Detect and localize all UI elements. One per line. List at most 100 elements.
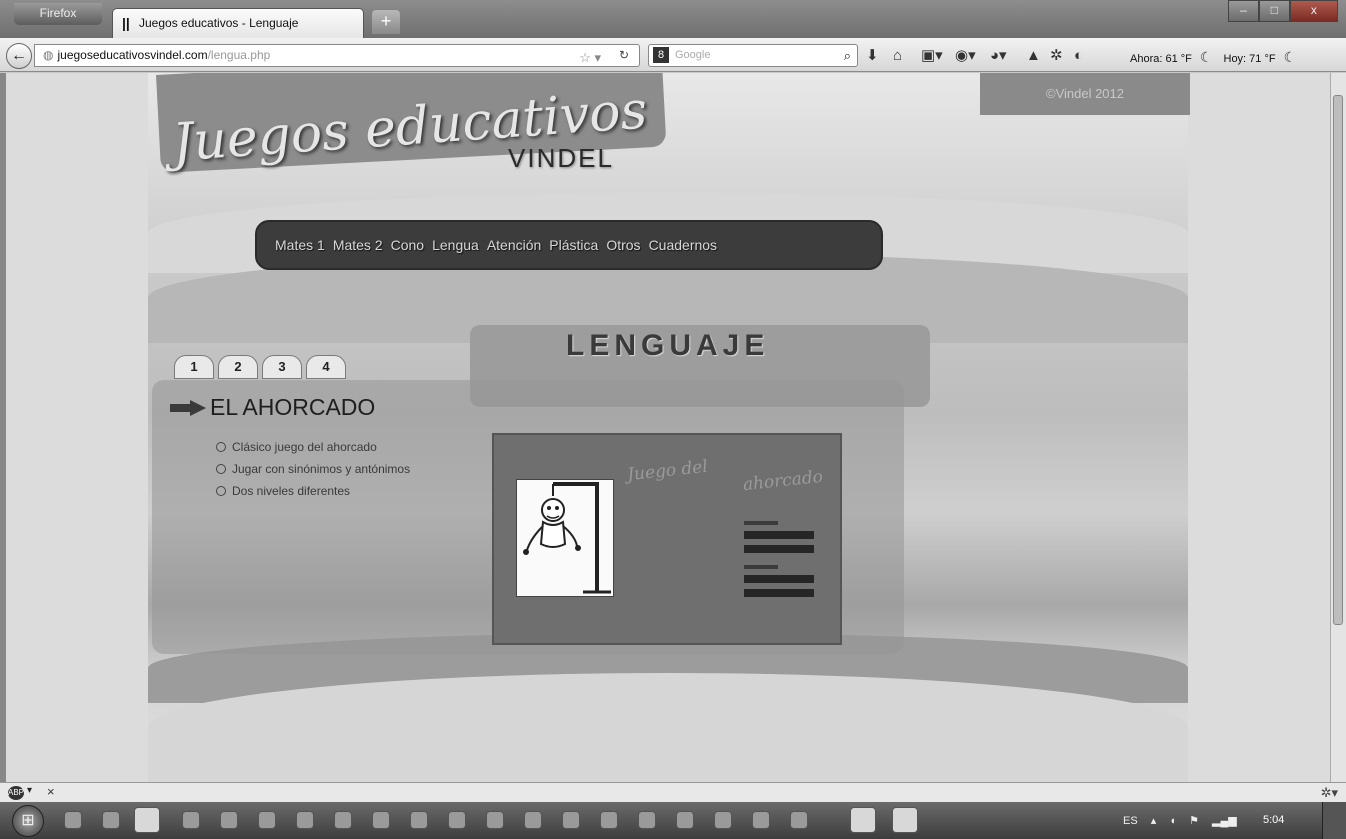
- tab-title: Juegos educativos - Lenguaje: [139, 16, 299, 30]
- addon-icon-2[interactable]: ◕▾: [990, 48, 1007, 64]
- list-item: Clásico juego del ahorcado: [216, 440, 410, 454]
- game-title[interactable]: EL AHORCADO: [210, 394, 375, 421]
- game-card: EL AHORCADO Clásico juego del ahorcado J…: [152, 380, 904, 654]
- addon-abp-icon[interactable]: ABP: [8, 786, 24, 800]
- browser-tab[interactable]: || Juegos educativos - Lenguaje: [112, 8, 364, 38]
- addon-settings-icon[interactable]: ✲▾: [1321, 785, 1338, 801]
- bullet-icon: [216, 464, 226, 474]
- site-identity-icon[interactable]: ◍: [43, 48, 53, 62]
- taskbar-app-icon[interactable]: [64, 811, 82, 829]
- search-bar[interactable]: 8 Google ⌕: [648, 44, 858, 67]
- menu-item-mates-1[interactable]: Mates 1: [275, 237, 325, 253]
- taskbar-app-icon[interactable]: [752, 811, 770, 829]
- taskbar-app-icon[interactable]: [296, 811, 314, 829]
- firefox-menu-button[interactable]: Firefox: [14, 3, 102, 25]
- decor-hill: [148, 673, 1188, 782]
- new-tab-button[interactable]: +: [372, 10, 400, 34]
- page-tab-4[interactable]: 4: [306, 355, 346, 379]
- menu-item-mates-2[interactable]: Mates 2: [333, 237, 383, 253]
- taskbar-app-icon[interactable]: [600, 811, 618, 829]
- taskbar-app-icon[interactable]: [372, 811, 390, 829]
- page-background: Juegos educativos VINDEL ©Vindel 2012 Ma…: [148, 73, 1190, 782]
- taskbar-app-icon[interactable]: [258, 811, 276, 829]
- addon-icon[interactable]: ◉▾: [955, 48, 976, 64]
- system-tray: ES ▴ ◖ ⚑ ▂▄▆: [1123, 814, 1247, 827]
- menu-item-plastica[interactable]: Plástica: [549, 237, 598, 253]
- page-tab-2[interactable]: 2: [218, 355, 258, 379]
- taskbar-app-icon[interactable]: [334, 811, 352, 829]
- weather-now: Ahora: 61 °F: [1130, 53, 1192, 65]
- menu-item-otros[interactable]: Otros: [606, 237, 640, 253]
- taskbar-app-icon[interactable]: [182, 811, 200, 829]
- page-tab-3[interactable]: 3: [262, 355, 302, 379]
- menu-item-atencion[interactable]: Atención: [487, 237, 541, 253]
- list-item: Dos niveles diferentes: [216, 484, 410, 498]
- close-addon-bar-button[interactable]: ×: [47, 784, 55, 799]
- taskbar-app-icon[interactable]: [410, 811, 428, 829]
- bookmarks-menu-icon[interactable]: ▣▾: [921, 48, 943, 64]
- network-icon[interactable]: ▂▄▆: [1212, 815, 1237, 827]
- arrow-right-icon: [170, 400, 206, 416]
- game-thumbnail[interactable]: Juego del ahorcado: [492, 433, 842, 645]
- taskbar-app-icon[interactable]: [102, 811, 120, 829]
- back-arrow-icon: ←: [11, 47, 27, 64]
- tray-expand-icon[interactable]: ▴: [1151, 815, 1157, 827]
- weather-icon[interactable]: ◐: [1074, 48, 1083, 64]
- search-placeholder: Google: [675, 49, 711, 61]
- reload-icon[interactable]: ↻: [619, 45, 629, 66]
- site-logo-sub: VINDEL: [508, 143, 614, 173]
- game-feature-list: Clásico juego del ahorcado Jugar con sin…: [216, 440, 410, 506]
- addon-icon-3[interactable]: ▲: [1026, 48, 1041, 64]
- menu-item-cono[interactable]: Cono: [391, 237, 424, 253]
- home-icon[interactable]: ⌂: [893, 48, 902, 64]
- addon-icon-4[interactable]: ✲: [1050, 48, 1063, 64]
- back-button[interactable]: ←: [6, 43, 32, 69]
- search-icon[interactable]: ⌕: [844, 45, 851, 66]
- windows-taskbar: ⊞ ES ▴ ◖ ⚑ ▂▄▆ 5:04: [0, 802, 1346, 839]
- main-menu: Mates 1 Mates 2 Cono Lengua Atención Plá…: [255, 220, 883, 270]
- section-title: LENGUAJE: [566, 329, 770, 362]
- taskbar-app-icon[interactable]: [220, 811, 238, 829]
- taskbar-clock[interactable]: 5:04: [1263, 814, 1284, 826]
- taskbar-app-icon[interactable]: [638, 811, 656, 829]
- chevron-down-icon[interactable]: ▾: [27, 785, 32, 796]
- taskbar-app-icon[interactable]: [676, 811, 694, 829]
- tab-favicon-icon: ||: [122, 15, 130, 31]
- taskbar-app-icon[interactable]: [892, 807, 918, 833]
- download-icon[interactable]: ⬇: [866, 48, 879, 64]
- taskbar-app-icon[interactable]: [714, 811, 732, 829]
- menu-item-cuadernos[interactable]: Cuadernos: [649, 237, 718, 253]
- url-domain: juegoseducativosvindel.com: [57, 48, 208, 62]
- show-desktop-button[interactable]: [1322, 802, 1346, 839]
- minimize-button[interactable]: –: [1228, 0, 1259, 22]
- taskbar-app-icon[interactable]: [790, 811, 808, 829]
- menu-item-lengua[interactable]: Lengua: [432, 237, 479, 253]
- search-engine-icon[interactable]: 8: [653, 47, 669, 64]
- navigation-toolbar: ← ◍ juegoseducativosvindel.com/lengua.php…: [0, 38, 1346, 72]
- browser-titlebar: Firefox || Juegos educativos - Lenguaje …: [0, 0, 1346, 38]
- bookmark-star-icon[interactable]: ☆ ▾: [579, 47, 601, 68]
- bullet-icon: [216, 442, 226, 452]
- taskbar-firefox-icon[interactable]: [134, 807, 160, 833]
- addon-bar: ABP ▾ × ✲▾: [0, 782, 1346, 802]
- thumbnail-option-bar: [744, 589, 814, 597]
- taskbar-app-icon[interactable]: [448, 811, 466, 829]
- maximize-button[interactable]: □: [1258, 0, 1290, 22]
- hangman-icon: [523, 482, 611, 594]
- taskbar-app-icon[interactable]: [486, 811, 504, 829]
- weather-readout[interactable]: Ahora: 61 °F ☾ Hoy: 71 °F ☾: [1130, 49, 1304, 66]
- taskbar-app-icon[interactable]: [562, 811, 580, 829]
- scrollbar-thumb[interactable]: [1333, 95, 1343, 625]
- page-tab-1[interactable]: 1: [174, 355, 214, 379]
- taskbar-app-icon[interactable]: [850, 807, 876, 833]
- volume-icon[interactable]: ◖: [1169, 815, 1176, 827]
- url-path: /lengua.php: [207, 48, 271, 62]
- taskbar-app-icon[interactable]: [524, 811, 542, 829]
- language-indicator[interactable]: ES: [1123, 815, 1138, 827]
- moon-icon: ☾: [1199, 49, 1213, 65]
- close-window-button[interactable]: x: [1289, 0, 1338, 22]
- action-center-flag-icon[interactable]: ⚑: [1189, 815, 1199, 827]
- start-button[interactable]: ⊞: [12, 805, 44, 837]
- url-bar[interactable]: ◍ juegoseducativosvindel.com/lengua.php ☆…: [34, 44, 640, 67]
- thumbnail-label-bar: [744, 565, 778, 569]
